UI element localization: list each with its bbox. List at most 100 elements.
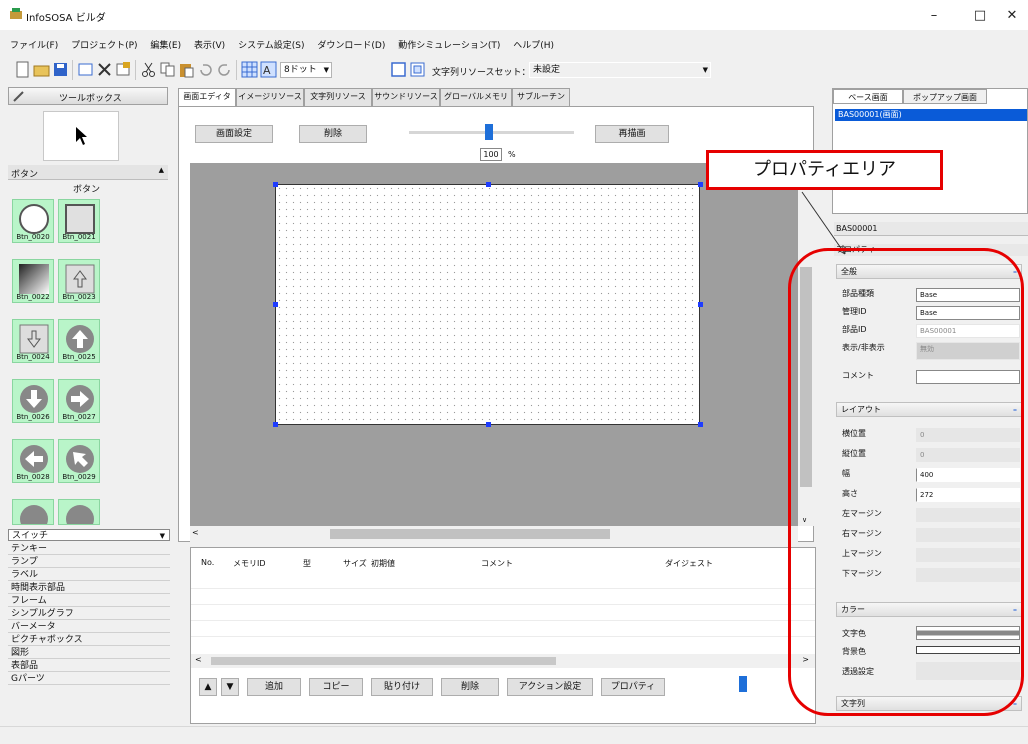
zoom-value[interactable]: 100: [480, 148, 502, 161]
resize-handle[interactable]: [486, 422, 491, 427]
charset-select[interactable]: 未設定 ▼: [529, 62, 711, 78]
move-down-button[interactable]: ▼: [221, 678, 239, 696]
category-switch[interactable]: スイッチ ▼: [8, 529, 170, 541]
paste-button[interactable]: 貼り付け: [371, 678, 433, 696]
tile-btn-0020[interactable]: Btn_0020: [12, 199, 54, 243]
category-gparts[interactable]: Gパーツ: [8, 673, 170, 685]
arrow-left-circle-icon: [20, 445, 48, 473]
tab-subroutine[interactable]: サブルーチン: [512, 88, 570, 106]
col-size: サイズ: [343, 559, 367, 568]
col-comment: コメント: [481, 559, 513, 568]
tile-btn-0025[interactable]: Btn_0025: [58, 319, 100, 363]
new-window-icon[interactable]: [77, 61, 94, 78]
category-table[interactable]: 表部品: [8, 660, 170, 672]
close-button[interactable]: ✕: [996, 4, 1028, 28]
tile-btn-0028[interactable]: Btn_0028: [12, 439, 54, 483]
layout-icon[interactable]: [409, 61, 426, 78]
arrow-up-box-icon: [65, 264, 95, 294]
arrow-down-circle-icon: [20, 385, 48, 413]
grid-delete-button[interactable]: 削除: [441, 678, 499, 696]
delete-icon[interactable]: [96, 61, 113, 78]
annotation-oval: [788, 248, 1024, 716]
properties-button[interactable]: プロパティ: [601, 678, 665, 696]
properties-icon[interactable]: [115, 61, 132, 78]
tile-btn-0029[interactable]: Btn_0029: [58, 439, 100, 483]
font-size-select[interactable]: 8ドット ▼: [280, 62, 332, 78]
tab-global-memory[interactable]: グローバルメモリ: [440, 88, 512, 106]
category-frame[interactable]: フレーム: [8, 595, 170, 607]
menu-project[interactable]: プロジェクト(P): [71, 38, 137, 54]
category-barmeter[interactable]: バーメータ: [8, 621, 170, 633]
open-folder-icon[interactable]: [33, 61, 50, 78]
resize-handle[interactable]: [486, 182, 491, 187]
menu-system[interactable]: システム設定(S): [238, 38, 304, 54]
button-subgroup: ボタン: [73, 185, 101, 195]
tile-btn-0024[interactable]: Btn_0024: [12, 319, 54, 363]
tab-base-screen[interactable]: ベース画面: [833, 89, 903, 104]
pointer-tool[interactable]: [43, 111, 119, 161]
tab-sound-resource[interactable]: サウンドリソース: [372, 88, 440, 106]
delete-button[interactable]: 削除: [299, 125, 367, 143]
canvas-hscrollbar[interactable]: <: [190, 526, 798, 542]
toolbox-scrollbar[interactable]: [156, 197, 168, 527]
paste-icon[interactable]: [178, 61, 195, 78]
save-icon[interactable]: [52, 61, 69, 78]
copy-icon[interactable]: [159, 61, 176, 78]
redraw-button[interactable]: 再描画: [595, 125, 669, 143]
screen-settings-button[interactable]: 画面設定: [195, 125, 273, 143]
menu-edit[interactable]: 編集(E): [150, 38, 181, 54]
grid-text-icon[interactable]: A: [260, 61, 277, 78]
resize-handle[interactable]: [273, 182, 278, 187]
dropdown-arrow-icon: ▼: [159, 532, 165, 540]
tab-screen-editor[interactable]: 画面エディタ: [178, 88, 236, 106]
category-time[interactable]: 時間表示部品: [8, 582, 170, 594]
resize-handle[interactable]: [273, 422, 278, 427]
menu-view[interactable]: 表示(V): [194, 38, 225, 54]
collapse-icon[interactable]: ▲: [159, 166, 164, 174]
category-tenkey[interactable]: テンキー: [8, 543, 170, 555]
redo-icon[interactable]: [216, 61, 233, 78]
resize-handle[interactable]: [698, 422, 703, 427]
category-shape[interactable]: 図形: [8, 647, 170, 659]
button-group-header[interactable]: ボタン ▲: [8, 165, 168, 180]
grid-icon[interactable]: [241, 61, 258, 78]
category-label[interactable]: ラベル: [8, 569, 170, 581]
resize-handle[interactable]: [273, 302, 278, 307]
frame-icon[interactable]: [390, 61, 407, 78]
new-file-icon[interactable]: [14, 61, 31, 78]
tile-btn-0021[interactable]: Btn_0021: [58, 199, 100, 243]
tab-popup-screen[interactable]: ポップアップ画面: [903, 89, 987, 104]
menu-simulation[interactable]: 動作シミュレーション(T): [398, 38, 500, 54]
resize-handle[interactable]: [698, 182, 703, 187]
cut-icon[interactable]: [140, 61, 157, 78]
tile-btn-0023[interactable]: Btn_0023: [58, 259, 100, 303]
screen-list-item[interactable]: BAS00001(画面): [835, 109, 1027, 121]
app-icon: [10, 8, 22, 19]
screen-canvas[interactable]: [273, 182, 703, 427]
category-graph[interactable]: シンプルグラフ: [8, 608, 170, 620]
category-picturebox[interactable]: ピクチャボックス: [8, 634, 170, 646]
add-button[interactable]: 追加: [247, 678, 301, 696]
action-settings-button[interactable]: アクション設定: [507, 678, 593, 696]
menu-download[interactable]: ダウンロード(D): [317, 38, 385, 54]
minimize-button[interactable]: –: [912, 4, 956, 28]
zoom-slider-thumb[interactable]: [485, 124, 493, 140]
grid-hscrollbar[interactable]: < >: [191, 654, 815, 668]
scroll-left-icon: <: [192, 528, 199, 537]
zoom-unit: %: [508, 150, 516, 159]
tile-btn-0027[interactable]: Btn_0027: [58, 379, 100, 423]
copy-button[interactable]: コピー: [309, 678, 363, 696]
tile-btn-0026[interactable]: Btn_0026: [12, 379, 54, 423]
resize-handle[interactable]: [698, 302, 703, 307]
tile-partial-2[interactable]: [58, 499, 100, 525]
menu-file[interactable]: ファイル(F): [10, 38, 58, 54]
tile-partial-1[interactable]: [12, 499, 54, 525]
undo-icon[interactable]: [197, 61, 214, 78]
tab-text-resource[interactable]: 文字列リソース: [304, 88, 372, 106]
row-height-slider[interactable]: [739, 676, 747, 692]
tab-image-resource[interactable]: イメージリソース: [236, 88, 304, 106]
tile-btn-0022[interactable]: Btn_0022: [12, 259, 54, 303]
move-up-button[interactable]: ▲: [199, 678, 217, 696]
category-lamp[interactable]: ランプ: [8, 556, 170, 568]
menu-help[interactable]: ヘルプ(H): [513, 38, 554, 54]
